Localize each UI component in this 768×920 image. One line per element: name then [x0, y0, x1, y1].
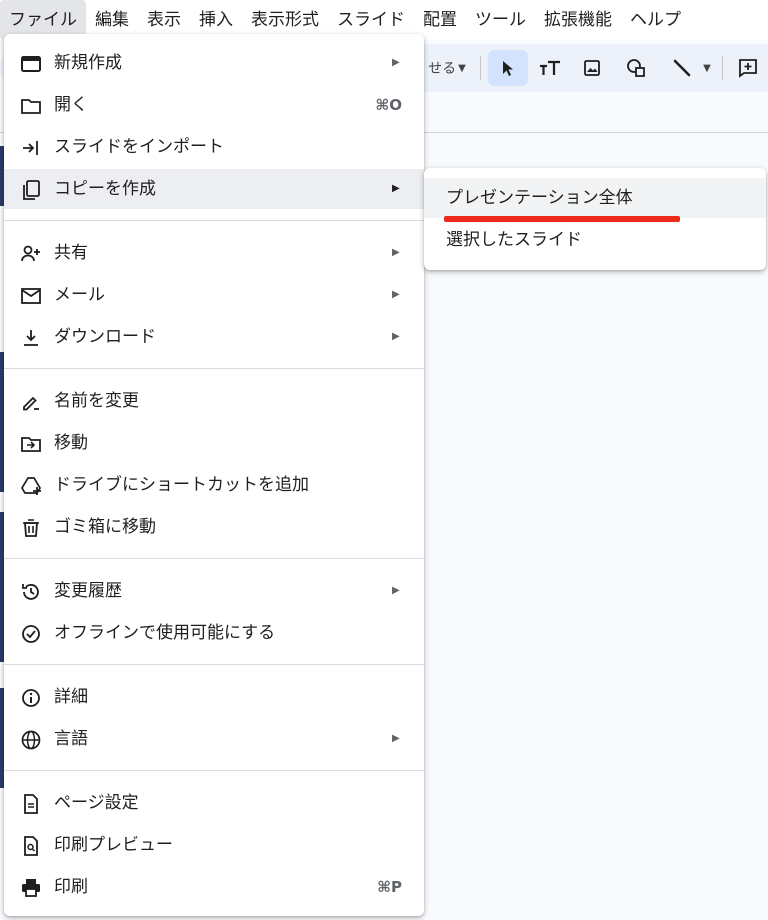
fit-dropdown-label: せる	[428, 61, 457, 77]
submenu-arrow-icon: ▶	[392, 585, 400, 596]
submenu-item-entire-presentation[interactable]: プレゼンテーション全体	[424, 178, 766, 218]
person-add-icon	[20, 243, 42, 265]
rename-icon	[20, 391, 42, 413]
menu-item-print[interactable]: 印刷 ⌘P	[4, 867, 424, 907]
globe-icon	[20, 729, 42, 751]
menu-item-download[interactable]: ダウンロード ▶	[4, 317, 424, 357]
menu-item-label: ダウンロード	[54, 327, 156, 347]
menu-item-label: 印刷	[54, 877, 88, 897]
menu-item-import-slides[interactable]: スライドをインポート	[4, 127, 424, 167]
submenu-arrow-icon: ▶	[392, 733, 400, 744]
menu-divider	[4, 368, 424, 369]
image-button[interactable]	[574, 50, 610, 86]
menu-divider	[4, 664, 424, 665]
cursor-icon	[503, 61, 513, 76]
menu-item-label: 移動	[54, 433, 88, 453]
text-box-button[interactable]	[532, 50, 568, 86]
menu-item-add-shortcut[interactable]: ドライブにショートカットを追加	[4, 465, 424, 505]
chevron-down-icon: ▼	[458, 62, 466, 74]
menu-item-label: 新規作成	[54, 53, 122, 73]
add-comment-icon	[739, 59, 757, 78]
mail-icon	[20, 285, 42, 307]
menu-item-details[interactable]: 詳細	[4, 677, 424, 717]
menu-item-label: 開く	[54, 95, 88, 115]
submenu-item-label: プレゼンテーション全体	[446, 188, 633, 208]
menu-item-label: オフラインで使用可能にする	[54, 623, 276, 643]
offline-icon	[20, 623, 42, 645]
menu-item-label: ページ設定	[54, 793, 139, 813]
presentation-icon	[20, 53, 42, 75]
menu-item-offline[interactable]: オフラインで使用可能にする	[4, 613, 424, 653]
highlight-underline	[444, 216, 680, 222]
menu-item-language[interactable]: 言語 ▶	[4, 719, 424, 759]
menu-item-email[interactable]: メール ▶	[4, 275, 424, 315]
menu-item-label: メール	[54, 285, 105, 305]
toolbar-divider	[480, 56, 481, 80]
menu-item-label: 変更履歴	[54, 581, 122, 601]
submenu-item-selected-slides[interactable]: 選択したスライド	[424, 220, 766, 260]
print-preview-icon	[20, 835, 42, 857]
shortcut-label: ⌘O	[375, 96, 402, 114]
menu-item-print-preview[interactable]: 印刷プレビュー	[4, 825, 424, 865]
line-dropdown[interactable]: ▼	[698, 50, 716, 86]
add-comment-button[interactable]	[730, 50, 766, 86]
menu-item-open[interactable]: 開く ⌘O	[4, 85, 424, 125]
submenu-arrow-icon: ▶	[392, 289, 400, 300]
page-icon	[20, 793, 42, 815]
menu-item-label: 名前を変更	[54, 391, 139, 411]
info-icon	[20, 687, 42, 709]
menu-item-label: ゴミ箱に移動	[54, 517, 156, 537]
submenu-arrow-icon: ▶	[392, 57, 400, 68]
menu-item-label: ドライブにショートカットを追加	[54, 475, 309, 495]
menu-arrange[interactable]: 配置	[414, 0, 466, 40]
menu-item-trash[interactable]: ゴミ箱に移動	[4, 507, 424, 547]
trash-icon	[20, 517, 42, 539]
submenu-item-label: 選択したスライド	[446, 230, 582, 250]
move-folder-icon	[20, 433, 42, 455]
menu-item-label: コピーを作成	[54, 179, 156, 199]
menu-item-label: 詳細	[54, 687, 88, 707]
menu-item-label: 言語	[54, 729, 88, 749]
menu-item-label: 共有	[54, 243, 88, 263]
submenu-arrow-icon: ▶	[392, 331, 400, 342]
download-icon	[20, 327, 42, 349]
menu-item-make-copy[interactable]: コピーを作成 ▶	[4, 169, 424, 209]
drive-add-icon	[20, 475, 42, 497]
menu-divider	[4, 558, 424, 559]
line-icon	[673, 59, 691, 77]
menu-item-version-history[interactable]: 変更履歴 ▶	[4, 571, 424, 611]
shape-icon	[627, 59, 645, 77]
menu-item-new[interactable]: 新規作成 ▶	[4, 43, 424, 83]
menu-extensions[interactable]: 拡張機能	[535, 0, 621, 40]
import-icon	[20, 137, 42, 159]
submenu-arrow-icon: ▶	[392, 183, 400, 194]
menu-item-share[interactable]: 共有 ▶	[4, 233, 424, 273]
menu-item-label: スライドをインポート	[54, 137, 224, 157]
image-icon	[584, 60, 600, 76]
menu-help[interactable]: ヘルプ	[621, 0, 690, 40]
menu-item-rename[interactable]: 名前を変更	[4, 381, 424, 421]
copy-icon	[20, 179, 42, 201]
fit-dropdown[interactable]: せる ▼	[424, 50, 470, 86]
print-icon	[20, 877, 42, 899]
menu-item-move[interactable]: 移動	[4, 423, 424, 463]
toolbar-divider	[722, 56, 723, 80]
shortcut-label: ⌘P	[377, 878, 402, 896]
folder-icon	[20, 95, 42, 117]
menu-divider	[4, 220, 424, 221]
menu-divider	[4, 770, 424, 771]
text-box-icon	[540, 60, 560, 75]
history-icon	[20, 581, 42, 603]
line-button[interactable]	[664, 50, 700, 86]
menu-item-label: 印刷プレビュー	[54, 835, 173, 855]
select-tool-button[interactable]	[488, 50, 528, 86]
file-menu: 新規作成 ▶ 開く ⌘O スライドをインポート コピーを作成 ▶ 共有 ▶ メー…	[4, 34, 424, 916]
menu-item-page-setup[interactable]: ページ設定	[4, 783, 424, 823]
menu-tools[interactable]: ツール	[466, 0, 535, 40]
chevron-down-icon: ▼	[703, 62, 711, 74]
submenu-arrow-icon: ▶	[392, 247, 400, 258]
shape-button[interactable]	[618, 50, 654, 86]
